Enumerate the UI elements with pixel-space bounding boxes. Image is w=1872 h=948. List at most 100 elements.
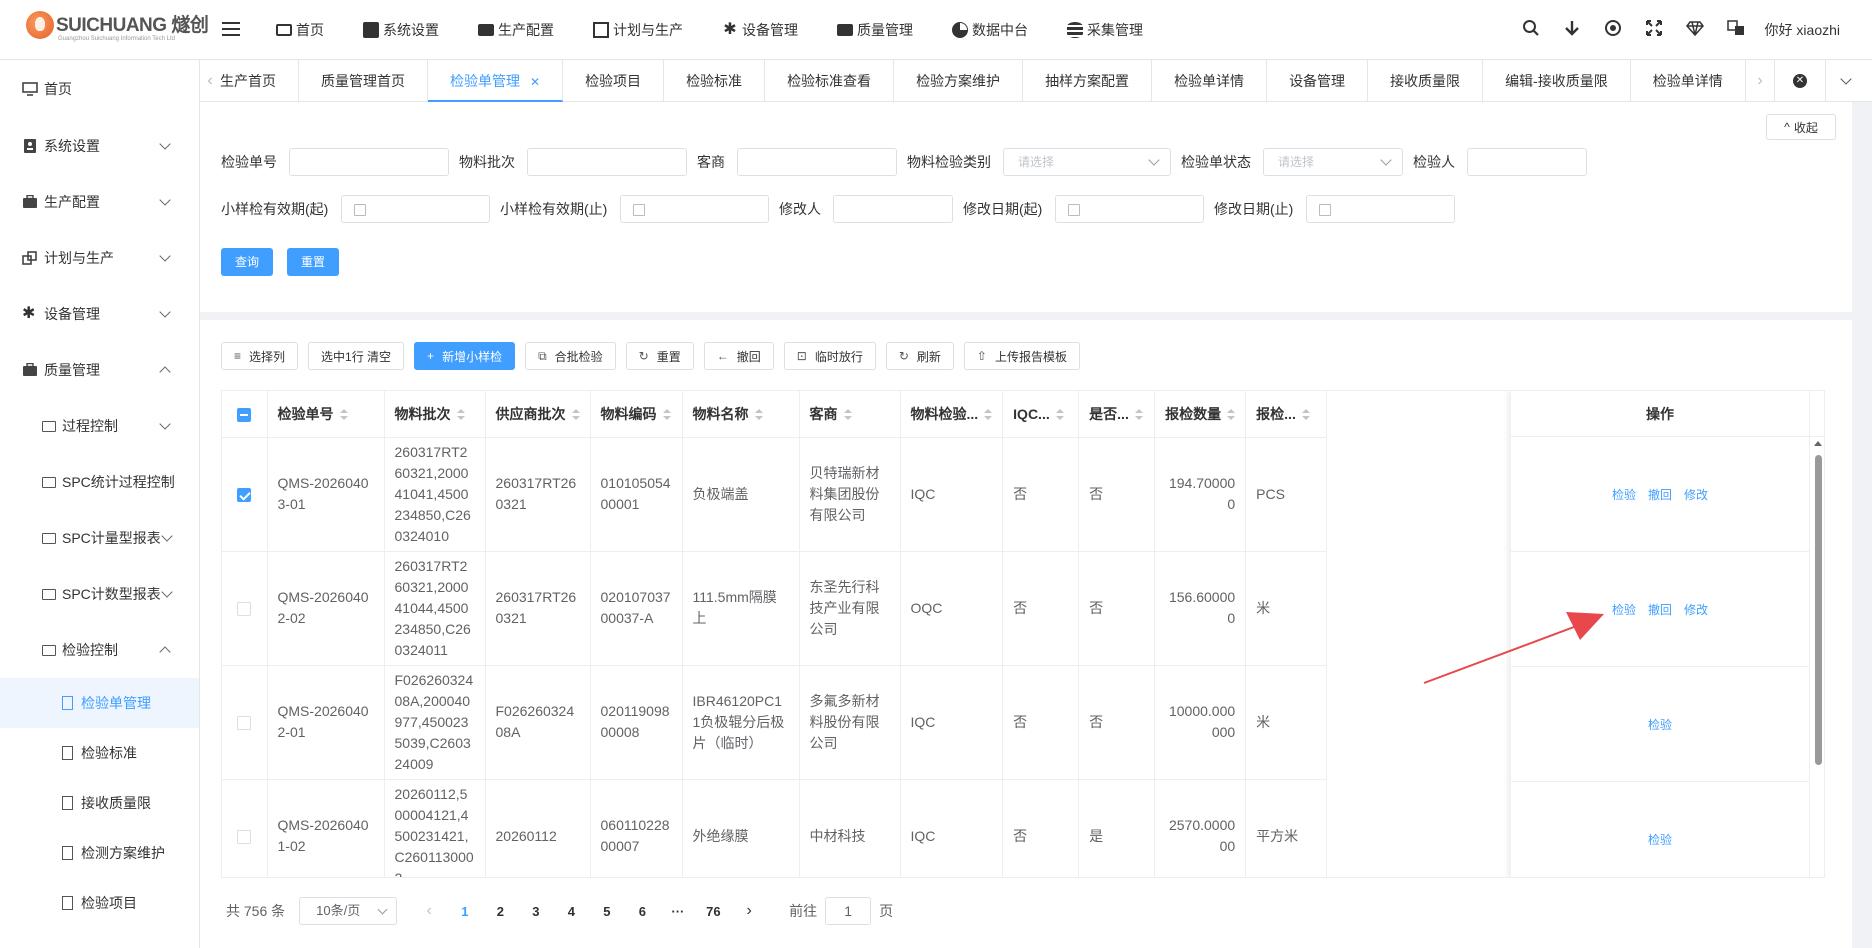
- sidebar-item-inspection-items[interactable]: 检验项目: [0, 878, 199, 928]
- search-icon[interactable]: [1511, 19, 1552, 42]
- row-checkbox[interactable]: [237, 829, 252, 844]
- modify-date-start[interactable]: [1055, 195, 1204, 223]
- tab-scroll-left-icon[interactable]: ‹: [200, 60, 220, 102]
- topnav-item-system[interactable]: 系统设置: [363, 0, 439, 60]
- col-inspection-no[interactable]: 检验单号: [267, 391, 385, 438]
- sidebar-item-inspection-standard[interactable]: 检验标准: [0, 728, 199, 778]
- tab-menu-button[interactable]: [1826, 60, 1866, 102]
- edit-link[interactable]: 修改: [1684, 601, 1708, 618]
- merge-inspection-button[interactable]: ⧉ 合批检验: [525, 342, 616, 370]
- tab-inspection-detail-2[interactable]: 检验单详情: [1631, 60, 1746, 102]
- customer-input[interactable]: [737, 148, 897, 176]
- reset-table-button[interactable]: ↻ 重置: [625, 342, 694, 370]
- page-number[interactable]: 1: [447, 904, 483, 919]
- sort-icon[interactable]: [843, 409, 852, 421]
- select-all-checkbox[interactable]: [237, 407, 252, 422]
- clear-selection-button[interactable]: 选中1行 清空: [308, 342, 405, 370]
- refresh-button[interactable]: ↻ 刷新: [885, 342, 954, 370]
- topnav-item-equipment[interactable]: ✱ 设备管理: [722, 0, 798, 60]
- sort-icon[interactable]: [456, 409, 465, 421]
- topnav-item-home[interactable]: 首页: [276, 0, 324, 60]
- sort-icon[interactable]: [571, 409, 580, 421]
- sidebar-item-planning[interactable]: 计划与生产: [0, 230, 199, 286]
- sort-icon[interactable]: [1055, 409, 1064, 421]
- tab-sampling-config[interactable]: 抽样方案配置: [1023, 60, 1153, 102]
- more-pages-icon[interactable]: ···: [660, 904, 696, 919]
- download-icon[interactable]: [1552, 19, 1593, 42]
- sidebar-item-equipment[interactable]: ✱ 设备管理: [0, 286, 199, 342]
- topnav-item-production-config[interactable]: 生产配置: [478, 0, 554, 60]
- sort-icon[interactable]: [1227, 409, 1236, 421]
- fullscreen-icon[interactable]: [1634, 19, 1675, 42]
- small-valid-end-date[interactable]: [620, 195, 769, 223]
- table-row[interactable]: QMS-20260402-02 260317RT260321,200041044…: [222, 551, 1328, 666]
- scroll-up-icon[interactable]: [1814, 441, 1822, 446]
- col-material-name[interactable]: 物料名称: [682, 391, 800, 438]
- inspection-no-input[interactable]: [289, 148, 449, 176]
- edit-link[interactable]: 修改: [1684, 486, 1708, 503]
- close-all-tabs-button[interactable]: ✕: [1774, 60, 1826, 102]
- col-unit[interactable]: 报检...: [1245, 391, 1328, 438]
- scrollbar-thumb[interactable]: [1815, 455, 1822, 765]
- status-select[interactable]: 请选择: [1263, 148, 1403, 176]
- tab-acceptance-limit[interactable]: 接收质量限: [1368, 60, 1484, 102]
- sort-icon[interactable]: [754, 409, 763, 421]
- page-number[interactable]: 4: [554, 904, 590, 919]
- withdraw-link[interactable]: 撤回: [1648, 601, 1672, 618]
- next-page-icon[interactable]: ›: [731, 902, 767, 920]
- page-size-select[interactable]: 10条/页: [299, 897, 398, 925]
- sidebar-item-inspection-control[interactable]: 检验控制: [0, 622, 199, 678]
- sidebar-item-inspection-management[interactable]: 检验单管理: [0, 678, 199, 728]
- small-valid-start-date[interactable]: [341, 195, 490, 223]
- sidebar-item-home[interactable]: 首页: [0, 60, 199, 118]
- tab-standard-view[interactable]: 检验标准查看: [765, 60, 895, 102]
- table-row[interactable]: QMS-20260401-02 20260112,500004121,45002…: [222, 779, 1328, 877]
- modifier-input[interactable]: [833, 195, 953, 223]
- sidebar-item-production-config[interactable]: 生产配置: [0, 174, 199, 230]
- row-checkbox[interactable]: [237, 715, 252, 730]
- diamond-icon[interactable]: [1675, 19, 1716, 42]
- sidebar-item-test-plan[interactable]: 检测方案维护: [0, 828, 199, 878]
- withdraw-button[interactable]: ← 撤回: [703, 342, 774, 370]
- sidebar-item-quality[interactable]: 质量管理: [0, 342, 199, 398]
- goto-page-input[interactable]: 1: [825, 897, 872, 925]
- page-number[interactable]: 6: [625, 904, 661, 919]
- query-button[interactable]: 查询: [221, 248, 274, 276]
- col-is-flag[interactable]: 是否...: [1078, 391, 1156, 438]
- row-checkbox[interactable]: [237, 601, 252, 616]
- col-material-batch[interactable]: 物料批次: [384, 391, 486, 438]
- col-supplier-batch[interactable]: 供应商批次: [485, 391, 591, 438]
- inspector-input[interactable]: [1467, 148, 1587, 176]
- page-number[interactable]: 3: [518, 904, 554, 919]
- col-quantity[interactable]: 报检数量: [1154, 391, 1247, 438]
- table-row[interactable]: QMS-20260403-01 260317RT260321,200041041…: [222, 437, 1328, 552]
- col-material-category[interactable]: 物料检验...: [900, 391, 1004, 438]
- menu-toggle-icon[interactable]: [222, 22, 240, 36]
- inspect-link[interactable]: 检验: [1612, 601, 1636, 618]
- upload-template-button[interactable]: ⇧ 上传报告模板: [963, 342, 1080, 370]
- col-iqc[interactable]: IQC...: [1002, 391, 1080, 438]
- sort-icon[interactable]: [984, 409, 993, 421]
- row-checkbox[interactable]: [237, 487, 252, 502]
- tab-inspection-management[interactable]: 检验单管理 ✕: [428, 60, 564, 102]
- sort-icon[interactable]: [662, 409, 671, 421]
- topnav-item-data-center[interactable]: 数据中台: [952, 0, 1028, 60]
- table-row[interactable]: QMS-20260402-01 F02626032408A,200040977,…: [222, 665, 1328, 780]
- sidebar-item-spc-measure[interactable]: SPC计量型报表: [0, 510, 199, 566]
- material-batch-input[interactable]: [527, 148, 687, 176]
- sidebar-item-system[interactable]: 系统设置: [0, 118, 199, 174]
- reset-button[interactable]: 重置: [287, 248, 340, 276]
- sidebar-item-spc[interactable]: SPC统计过程控制: [0, 454, 199, 510]
- add-small-sample-button[interactable]: + 新增小样检: [414, 342, 516, 370]
- tab-production-home[interactable]: 生产首页: [220, 60, 299, 102]
- page-number[interactable]: 5: [589, 904, 625, 919]
- col-customer[interactable]: 客商: [799, 391, 901, 438]
- prev-page-icon[interactable]: ‹: [411, 902, 447, 920]
- tab-quality-home[interactable]: 质量管理首页: [299, 60, 428, 102]
- sidebar-item-acceptance-limit[interactable]: 接收质量限: [0, 778, 199, 828]
- topnav-item-collection[interactable]: 采集管理: [1067, 0, 1143, 60]
- sort-icon[interactable]: [1301, 409, 1310, 421]
- target-icon[interactable]: [1593, 19, 1634, 42]
- tab-inspection-standard[interactable]: 检验标准: [664, 60, 766, 102]
- vertical-scrollbar[interactable]: [1809, 437, 1824, 877]
